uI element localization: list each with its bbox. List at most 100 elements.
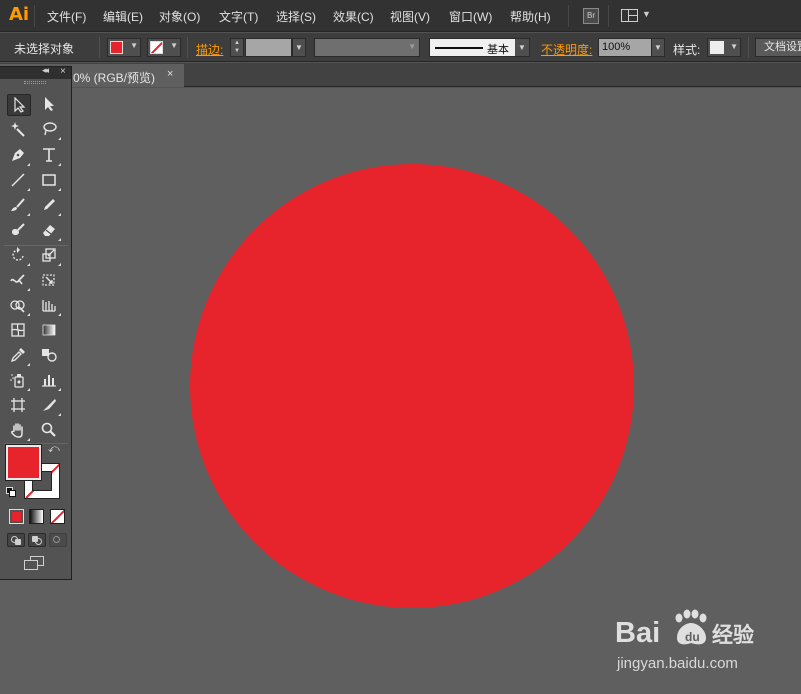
hand-tool[interactable] bbox=[7, 420, 31, 442]
stroke-color-dropdown[interactable]: ▼ bbox=[147, 38, 181, 57]
scale-tool[interactable] bbox=[38, 245, 62, 267]
draw-behind-button[interactable] bbox=[28, 533, 46, 547]
shape-builder-icon bbox=[10, 300, 25, 313]
pencil-tool[interactable] bbox=[38, 195, 62, 217]
opacity-label[interactable]: 不透明度: bbox=[541, 41, 592, 58]
menu-type[interactable]: 文字(T) bbox=[219, 8, 258, 25]
paintbrush-tool[interactable] bbox=[7, 195, 31, 217]
rectangle-icon bbox=[42, 174, 56, 186]
stroke-weight-stepper[interactable]: ▲ ▼ bbox=[230, 38, 244, 57]
panel-grip[interactable] bbox=[24, 81, 46, 84]
document-setup-button[interactable]: 文档设置 bbox=[755, 38, 801, 57]
shape-builder-tool[interactable] bbox=[7, 295, 31, 317]
perspective-grid-icon bbox=[42, 300, 56, 312]
lasso-tool[interactable] bbox=[38, 119, 62, 141]
baidu-jingyan-watermark: Bai du 经验 jingyan.baidu.com bbox=[612, 606, 762, 681]
app-logo: Ai bbox=[9, 4, 30, 25]
menu-window[interactable]: 窗口(W) bbox=[449, 8, 492, 25]
pencil-icon bbox=[44, 199, 55, 210]
selection-status: 未选择对象 bbox=[14, 42, 75, 56]
stroke-weight-input[interactable] bbox=[245, 38, 292, 57]
blend-icon bbox=[42, 349, 57, 362]
arrow-up-icon: ▲ bbox=[234, 40, 240, 46]
svg-text:du: du bbox=[685, 630, 700, 644]
collapse-icon[interactable]: ◂◂ bbox=[42, 65, 49, 76]
variable-width-profile-dropdown[interactable]: ▼ bbox=[314, 38, 420, 57]
workspace-switcher-button[interactable]: ▼ bbox=[621, 8, 651, 24]
close-icon[interactable]: × bbox=[167, 68, 173, 80]
column-graph-icon bbox=[42, 375, 56, 387]
menu-object[interactable]: 对象(O) bbox=[159, 8, 200, 25]
artboard-tool[interactable] bbox=[7, 395, 31, 417]
stroke-weight-dropdown[interactable]: ▼ bbox=[292, 38, 306, 57]
blend-tool[interactable] bbox=[38, 345, 62, 367]
menu-select[interactable]: 选择(S) bbox=[276, 8, 316, 25]
mesh-tool[interactable] bbox=[7, 320, 31, 342]
menu-view[interactable]: 视图(V) bbox=[390, 8, 430, 25]
rectangle-tool[interactable] bbox=[38, 170, 62, 192]
swap-fill-stroke-icon[interactable]: ⤺ bbox=[48, 443, 60, 456]
direct-selection-tool[interactable] bbox=[38, 94, 62, 116]
brush-name: 基本 bbox=[487, 44, 509, 56]
magnifier-icon bbox=[41, 422, 56, 437]
free-transform-tool[interactable] bbox=[38, 270, 62, 292]
symbol-sprayer-tool[interactable] bbox=[7, 370, 31, 392]
rotate-tool[interactable] bbox=[7, 245, 31, 267]
chevron-down-icon: ▼ bbox=[130, 41, 138, 50]
warp-icon bbox=[10, 274, 25, 285]
graphic-style-dropdown[interactable]: ▼ bbox=[707, 38, 741, 57]
blob-brush-icon bbox=[12, 223, 25, 235]
menu-edit[interactable]: 编辑(E) bbox=[103, 8, 143, 25]
gradient-mode-button[interactable] bbox=[29, 509, 44, 524]
rotate-icon bbox=[12, 247, 24, 261]
selection-tool[interactable] bbox=[7, 94, 31, 116]
opacity-input[interactable]: 100% bbox=[598, 38, 652, 57]
magic-wand-icon bbox=[11, 122, 25, 137]
column-graph-tool[interactable] bbox=[38, 370, 62, 392]
blob-brush-tool[interactable] bbox=[7, 220, 31, 242]
opacity-dropdown[interactable]: ▼ bbox=[651, 38, 665, 57]
draw-normal-button[interactable] bbox=[7, 533, 25, 547]
tools-panel-header[interactable]: ◂◂ × bbox=[0, 65, 71, 79]
arrow-down-icon: ▼ bbox=[234, 48, 240, 54]
graphic-style-swatch bbox=[710, 41, 724, 54]
stroke-label[interactable]: 描边: bbox=[196, 41, 223, 58]
menu-separator bbox=[568, 5, 569, 27]
none-mode-button[interactable] bbox=[50, 509, 65, 524]
type-tool[interactable] bbox=[38, 145, 62, 167]
menu-separator bbox=[608, 5, 609, 27]
slice-tool[interactable] bbox=[38, 395, 62, 417]
fill-color-dropdown[interactable]: ▼ bbox=[107, 38, 141, 57]
eraser-tool[interactable] bbox=[38, 220, 62, 242]
perspective-grid-tool[interactable] bbox=[38, 295, 62, 317]
brush-definition-dropdown[interactable]: 基本 ▼ bbox=[429, 38, 530, 57]
pen-tool[interactable] bbox=[7, 145, 31, 167]
magic-wand-tool[interactable] bbox=[7, 119, 31, 141]
bridge-button[interactable]: Br bbox=[583, 8, 599, 24]
tools-panel: ◂◂ × ⤺ bbox=[0, 65, 72, 580]
warp-tool[interactable] bbox=[7, 270, 31, 292]
zoom-tool[interactable] bbox=[38, 420, 62, 442]
line-segment-tool[interactable] bbox=[7, 170, 31, 192]
svg-text:经验: 经验 bbox=[712, 623, 754, 647]
lasso-icon bbox=[43, 122, 57, 136]
gradient-tool[interactable] bbox=[38, 320, 62, 342]
chevron-down-icon: ▼ bbox=[730, 42, 738, 51]
draw-inside-button[interactable] bbox=[49, 533, 67, 547]
type-t-icon bbox=[43, 148, 55, 162]
default-fill-stroke-icon[interactable] bbox=[6, 487, 16, 497]
screen-mode-button[interactable] bbox=[24, 556, 46, 572]
fill-color-swatch bbox=[110, 41, 123, 54]
menu-effect[interactable]: 效果(C) bbox=[333, 8, 374, 25]
brush-stroke-preview bbox=[435, 47, 483, 49]
eyedropper-tool[interactable] bbox=[7, 345, 31, 367]
color-mode-button[interactable] bbox=[9, 509, 24, 524]
watermark-url: jingyan.baidu.com bbox=[617, 655, 738, 672]
menu-file[interactable]: 文件(F) bbox=[47, 8, 86, 25]
close-icon[interactable]: × bbox=[60, 66, 66, 77]
artboard-canvas[interactable] bbox=[0, 88, 801, 694]
menu-help[interactable]: 帮助(H) bbox=[510, 8, 551, 25]
fill-color-box[interactable] bbox=[5, 444, 42, 481]
artboard-icon bbox=[11, 398, 25, 412]
red-circle-shape[interactable] bbox=[190, 164, 634, 608]
